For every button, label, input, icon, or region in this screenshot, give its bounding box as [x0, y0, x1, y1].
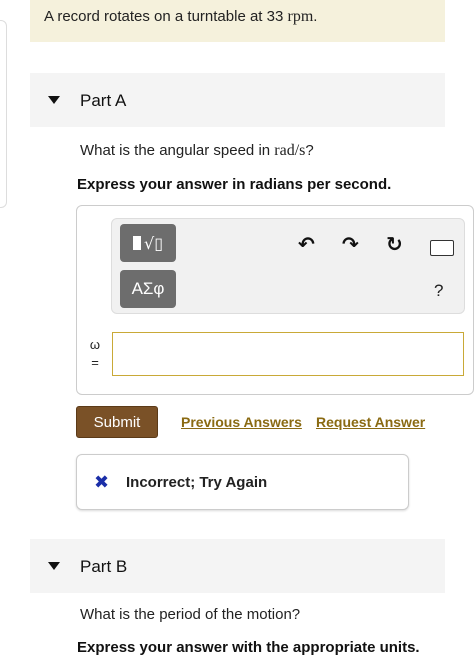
part-a-title: Part A [80, 91, 127, 110]
problem-unit: rpm [287, 8, 314, 25]
feedback-message: Incorrect; Try Again [126, 474, 268, 491]
greek-symbols-button[interactable]: ΑΣφ [120, 270, 176, 308]
problem-statement-end: . [313, 8, 318, 25]
redo-icon[interactable]: ↷ [342, 232, 359, 257]
incorrect-x-icon: ✖ [94, 472, 110, 492]
templates-button[interactable]: √▯ [120, 224, 176, 262]
radical-template-icon: √▯ [144, 233, 163, 253]
undo-icon[interactable]: ↶ [298, 232, 315, 257]
part-a-question-unit: rad/s [274, 142, 306, 159]
part-a-question-text: What is the angular speed in [80, 142, 275, 159]
part-b-instruction: Express your answer with the appropriate… [77, 639, 420, 656]
part-b-question: What is the period of the motion? [80, 606, 301, 623]
omega-symbol: ω [89, 337, 101, 352]
problem-statement: A record rotates on a turntable at 33 rp… [44, 8, 317, 26]
answer-variable-label: ω = [88, 336, 102, 372]
reset-icon[interactable]: ↻ [386, 232, 403, 257]
answer-input[interactable] [112, 332, 464, 376]
help-button[interactable]: ? [434, 281, 443, 301]
previous-answers-link[interactable]: Previous Answers [181, 414, 302, 430]
request-answer-link[interactable]: Request Answer [316, 414, 425, 430]
problem-statement-text: A record rotates on a turntable at 33 [44, 8, 288, 25]
collapse-caret-icon[interactable] [48, 96, 60, 104]
part-a-question-end: ? [305, 142, 314, 159]
submit-button[interactable]: Submit [76, 406, 158, 438]
part-a-instruction: Express your answer in radians per secon… [77, 176, 392, 193]
keyboard-icon[interactable] [430, 240, 454, 256]
equals-sign: = [91, 355, 99, 370]
left-panel-edge [0, 20, 7, 208]
templates-block-icon [133, 236, 141, 250]
part-b-title: Part B [80, 557, 128, 576]
collapse-caret-icon[interactable] [48, 562, 60, 570]
part-a-question: What is the angular speed in rad/s? [80, 142, 314, 160]
